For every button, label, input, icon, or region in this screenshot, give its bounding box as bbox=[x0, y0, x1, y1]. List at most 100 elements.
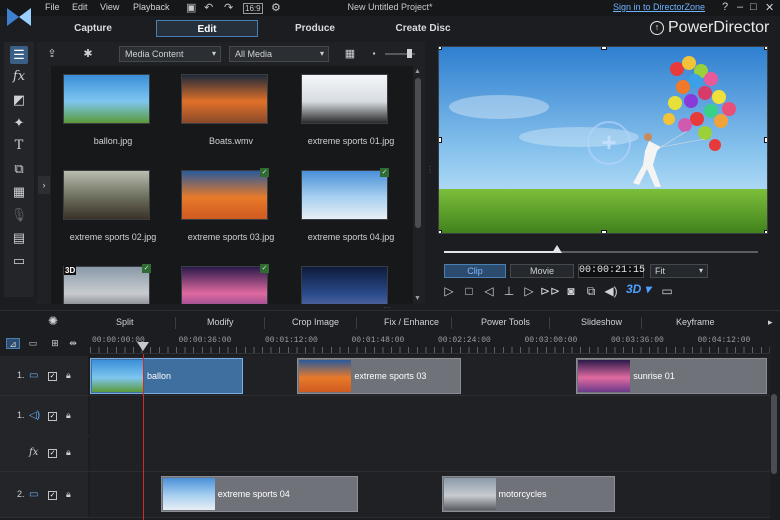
settings-gear-icon[interactable]: ⚙ bbox=[271, 1, 281, 14]
scroll-down-icon[interactable]: ▼ bbox=[414, 295, 421, 302]
tab-movie[interactable]: Movie bbox=[510, 264, 574, 278]
modify-button[interactable]: Modify bbox=[207, 317, 234, 327]
tools-magic-icon[interactable]: ✺ bbox=[48, 314, 58, 328]
upgrade-arrow-icon[interactable]: ↑ bbox=[650, 21, 664, 35]
timeline-clip[interactable]: motorcycles bbox=[441, 476, 615, 512]
menu-view[interactable]: View bbox=[100, 2, 119, 12]
media-item[interactable]: Boats.wmv bbox=[169, 66, 269, 148]
media-item[interactable]: ✓ 3D bbox=[51, 258, 151, 304]
media-item[interactable]: extreme sports 02.jpg bbox=[51, 162, 156, 244]
menu-file[interactable]: File bbox=[45, 2, 60, 12]
resize-handle[interactable] bbox=[601, 230, 607, 233]
timeline-clip[interactable]: extreme sports 03 bbox=[297, 358, 461, 394]
track-enable-checkbox[interactable]: ✓ bbox=[48, 449, 57, 458]
media-item[interactable] bbox=[289, 258, 389, 304]
snapshot-camera-icon[interactable]: ◙ bbox=[562, 282, 580, 300]
position-crosshair-icon[interactable]: + bbox=[587, 121, 631, 165]
next-frame-icon[interactable]: ▷ bbox=[520, 282, 538, 300]
split-playback-icon[interactable]: ⊥ bbox=[500, 282, 518, 300]
slideshow-button[interactable]: Slideshow bbox=[581, 317, 622, 327]
minimize-icon[interactable]: – bbox=[737, 1, 743, 13]
chapter-room-icon[interactable]: ▤ bbox=[10, 229, 28, 247]
voiceover-room-icon[interactable]: 🎙 bbox=[10, 206, 28, 224]
track-lock-icon[interactable]: 🔒︎ bbox=[66, 489, 71, 500]
subtitle-room-icon[interactable]: ▭ bbox=[10, 252, 28, 270]
library-scroll-thumb[interactable] bbox=[415, 78, 421, 228]
media-item[interactable]: extreme sports 01.jpg bbox=[289, 66, 394, 148]
storyboard-view-icon[interactable]: ▭ bbox=[26, 338, 40, 349]
playhead[interactable] bbox=[143, 354, 144, 520]
help-icon[interactable]: ? bbox=[722, 1, 728, 13]
grid-view-icon[interactable]: ▦ bbox=[339, 46, 361, 62]
split-button[interactable]: Split bbox=[116, 317, 134, 327]
library-expand-chevron-icon[interactable]: › bbox=[38, 176, 50, 194]
track-lock-icon[interactable]: 🔒︎ bbox=[66, 410, 71, 421]
scroll-up-icon[interactable]: ▲ bbox=[414, 68, 421, 75]
media-content-dropdown[interactable]: Media Content ▾ bbox=[119, 46, 221, 62]
resize-handle[interactable] bbox=[764, 230, 767, 233]
playhead-handle[interactable] bbox=[137, 342, 149, 351]
import-media-icon[interactable]: ⇪ bbox=[41, 46, 63, 62]
track-lane[interactable] bbox=[90, 434, 770, 471]
tab-produce[interactable]: Produce bbox=[282, 20, 348, 37]
zoom-fit-dropdown[interactable]: Fit ▾ bbox=[650, 264, 708, 278]
effect-room-icon[interactable]: fx bbox=[10, 68, 28, 86]
timeline-clip[interactable]: ballon bbox=[90, 358, 243, 394]
keyframe-button[interactable]: Keyframe bbox=[676, 317, 715, 327]
thumbnail-size-knob[interactable] bbox=[407, 49, 412, 58]
timeline-ruler[interactable]: 00:00:00:00 00:00:36:00 00:01:12:00 00:01:4… bbox=[90, 334, 770, 354]
library-scrollbar[interactable]: ▲ ▼ bbox=[413, 66, 423, 304]
resize-handle[interactable] bbox=[439, 47, 442, 50]
preview-seek-bar[interactable] bbox=[444, 245, 758, 253]
resize-handle[interactable] bbox=[764, 137, 767, 143]
preview-video[interactable]: + bbox=[438, 46, 768, 234]
filter-dropdown[interactable]: All Media ▾ bbox=[229, 46, 329, 62]
track-lane[interactable] bbox=[90, 396, 770, 435]
seek-knob[interactable] bbox=[552, 245, 563, 253]
undock-preview-icon[interactable]: ⧉ bbox=[582, 282, 600, 300]
timecode-display[interactable]: 00:00:21:15 bbox=[578, 264, 645, 278]
title-room-icon[interactable]: T bbox=[10, 137, 28, 155]
previous-frame-icon[interactable]: ◁ bbox=[480, 282, 498, 300]
save-icon[interactable]: ▣ bbox=[186, 1, 196, 14]
close-icon[interactable]: ✕ bbox=[765, 1, 774, 14]
menu-playback[interactable]: Playback bbox=[133, 2, 170, 12]
resize-handle[interactable] bbox=[601, 47, 607, 50]
timeline-clip[interactable]: extreme sports 04 bbox=[160, 476, 358, 512]
fix-enhance-button[interactable]: Fix / Enhance bbox=[384, 317, 439, 327]
tab-capture[interactable]: Capture bbox=[60, 20, 126, 37]
track-enable-checkbox[interactable]: ✓ bbox=[48, 412, 57, 421]
pip-room-icon[interactable]: ◩ bbox=[10, 91, 28, 109]
aspect-ratio-icon[interactable]: 16:9 bbox=[243, 3, 263, 14]
thumbnail-size-small-icon[interactable]: ▪ bbox=[363, 46, 385, 62]
timeline-view-icon[interactable]: ⊿ bbox=[6, 338, 20, 349]
tab-create-disc[interactable]: Create Disc bbox=[383, 20, 463, 37]
media-item[interactable]: ✓ extreme sports 04.jpg bbox=[289, 162, 394, 244]
thumbnail-size-slider[interactable] bbox=[385, 49, 415, 58]
play-icon[interactable]: ▷ bbox=[440, 282, 458, 300]
track-lock-icon[interactable]: 🔒︎ bbox=[66, 370, 71, 381]
media-item[interactable]: ✓ extreme sports 03.jpg bbox=[169, 162, 274, 244]
3d-mode-icon[interactable]: 3D ▾ bbox=[626, 282, 651, 296]
fit-timeline-icon[interactable]: ⇹ bbox=[66, 338, 80, 349]
redo-icon[interactable]: ↷ bbox=[224, 1, 233, 14]
media-room-icon[interactable]: ☰ bbox=[10, 46, 28, 64]
track-lock-icon[interactable]: 🔒︎ bbox=[66, 447, 71, 458]
stop-icon[interactable]: □ bbox=[460, 282, 478, 300]
maximize-icon[interactable]: □ bbox=[750, 1, 757, 13]
track-enable-checkbox[interactable]: ✓ bbox=[48, 491, 57, 500]
track-lane[interactable]: ballon extreme sports 03 sunrise 01 bbox=[90, 356, 770, 395]
resize-handle[interactable] bbox=[439, 137, 442, 143]
external-display-icon[interactable]: ▭ bbox=[658, 282, 676, 300]
fast-forward-icon[interactable]: ⊳⊳ bbox=[540, 282, 560, 300]
crop-image-button[interactable]: Crop Image bbox=[292, 317, 339, 327]
volume-icon[interactable]: ◀) bbox=[602, 282, 620, 300]
media-item[interactable]: ballon.jpg bbox=[51, 66, 151, 148]
signin-link[interactable]: Sign in to DirectorZone bbox=[613, 2, 705, 12]
transition-room-icon[interactable]: ⧉ bbox=[10, 160, 28, 178]
power-tools-button[interactable]: Power Tools bbox=[481, 317, 530, 327]
menu-edit[interactable]: Edit bbox=[72, 2, 88, 12]
particle-room-icon[interactable]: ✦ bbox=[10, 114, 28, 132]
track-lane[interactable]: extreme sports 04 motorcycles bbox=[90, 472, 770, 517]
media-item[interactable]: ✓ bbox=[169, 258, 269, 304]
